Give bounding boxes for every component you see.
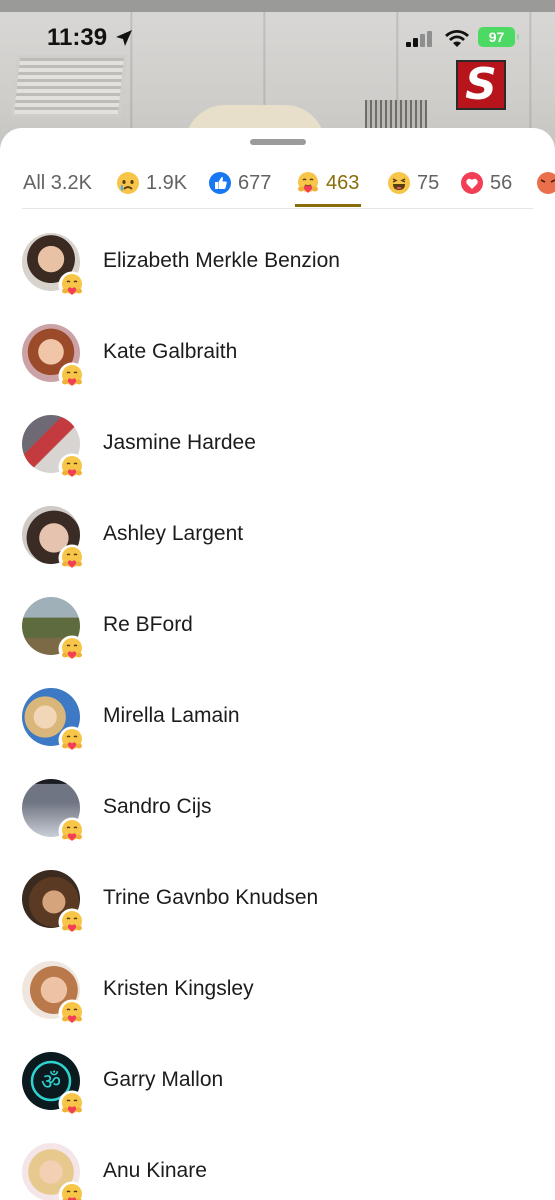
tab-sad-label: 1.9K — [146, 171, 188, 194]
reactor-name[interactable]: Re BFord — [103, 613, 193, 637]
tab-all-label: All 3.2K — [23, 171, 92, 194]
tab-all[interactable]: All 3.2K — [23, 158, 92, 208]
tab-like-label: 677 — [238, 171, 272, 194]
care-icon — [58, 817, 86, 845]
tab-love-label: 56 — [490, 171, 513, 194]
love-icon — [461, 172, 483, 194]
sheet-drag-handle[interactable] — [250, 139, 306, 145]
care-icon — [58, 544, 86, 572]
channel-logo: S — [456, 60, 506, 110]
list-item[interactable]: Ashley Largent — [0, 506, 555, 572]
reactor-name[interactable]: Jasmine Hardee — [103, 431, 256, 455]
tab-sad[interactable]: 1.9K — [116, 158, 187, 208]
care-icon — [58, 908, 86, 936]
care-icon — [58, 635, 86, 663]
reaction-tabs: All 3.2K 1.9K 677 463 75 56 — [0, 158, 555, 208]
tab-like[interactable]: 677 — [208, 158, 271, 208]
tab-angry[interactable] — [536, 158, 555, 208]
reactor-name[interactable]: Ashley Largent — [103, 522, 243, 546]
location-arrow-icon — [116, 30, 132, 46]
reactor-name[interactable]: Trine Gavnbo Knudsen — [103, 886, 318, 910]
ceiling-grille — [365, 100, 427, 128]
tab-haha-label: 75 — [417, 171, 440, 194]
list-item[interactable]: Trine Gavnbo Knudsen — [0, 870, 555, 936]
status-time: 11:39 — [47, 24, 108, 51]
active-tab-indicator — [295, 204, 361, 207]
list-item[interactable]: Mirella Lamain — [0, 688, 555, 754]
status-bar: 11:39 97 — [0, 14, 555, 58]
list-item[interactable]: Anu Kinare — [0, 1143, 555, 1200]
reactor-name[interactable]: Kate Galbraith — [103, 340, 237, 364]
battery-indicator: 97 — [478, 27, 519, 47]
reactor-name[interactable]: Sandro Cijs — [103, 795, 212, 819]
care-icon — [58, 271, 86, 299]
list-item[interactable]: Kristen Kingsley — [0, 961, 555, 1027]
care-icon — [58, 726, 86, 754]
list-item[interactable]: Re BFord — [0, 597, 555, 663]
reactor-name[interactable]: Mirella Lamain — [103, 704, 240, 728]
list-item[interactable]: Jasmine Hardee — [0, 415, 555, 481]
angry-icon — [537, 172, 555, 194]
sad-face-icon — [117, 172, 139, 194]
wifi-icon — [445, 30, 469, 47]
care-icon — [58, 1181, 86, 1200]
reactor-name[interactable]: Kristen Kingsley — [103, 977, 254, 1001]
tabs-divider — [22, 208, 533, 209]
reactor-name[interactable]: Elizabeth Merkle Benzion — [103, 249, 340, 273]
care-icon — [58, 362, 86, 390]
list-item[interactable]: Sandro Cijs — [0, 779, 555, 845]
care-icon — [58, 999, 86, 1027]
list-item[interactable]: ॐ Garry Mallon — [0, 1052, 555, 1118]
care-icon — [298, 172, 318, 193]
care-icon — [58, 1090, 86, 1118]
reactor-name[interactable]: Anu Kinare — [103, 1159, 207, 1183]
list-item[interactable]: Kate Galbraith — [0, 324, 555, 390]
list-item[interactable]: Elizabeth Merkle Benzion — [0, 233, 555, 299]
tab-haha[interactable]: 75 — [387, 158, 439, 208]
like-icon — [209, 172, 231, 194]
cellular-signal-icon — [406, 31, 432, 47]
tab-care[interactable]: 463 — [296, 158, 359, 208]
tab-care-label: 463 — [326, 171, 360, 194]
ceiling-vent — [10, 55, 128, 117]
haha-icon — [388, 172, 410, 194]
tab-love[interactable]: 56 — [460, 158, 512, 208]
care-icon — [58, 453, 86, 481]
reactor-name[interactable]: Garry Mallon — [103, 1068, 223, 1092]
reactions-sheet: All 3.2K 1.9K 677 463 75 56 Elizabeth Me… — [0, 128, 555, 1200]
